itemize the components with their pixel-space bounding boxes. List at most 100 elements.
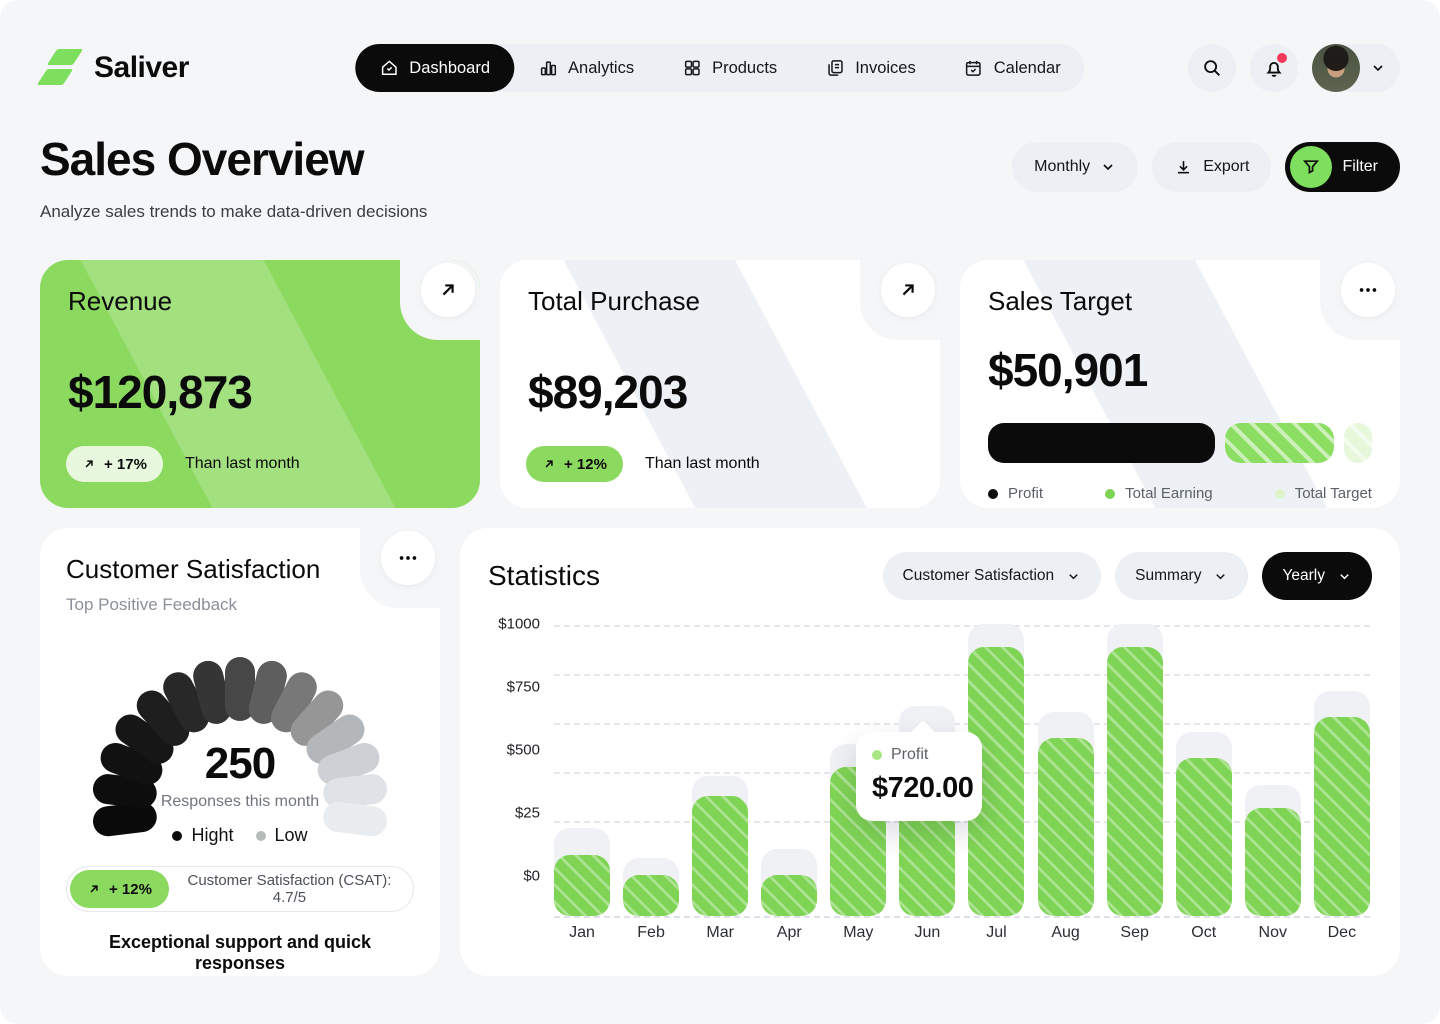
delta-badge: + 12%: [70, 870, 169, 908]
x-axis-label: Mar: [692, 924, 748, 942]
x-axis-label: May: [830, 924, 886, 942]
brand-logo-icon: [40, 47, 80, 89]
nav-item-products[interactable]: Products: [658, 44, 801, 92]
y-axis-label: $750: [488, 679, 540, 696]
card-title: Sales Target: [988, 286, 1372, 317]
bar-oct[interactable]: [1176, 624, 1232, 916]
card-title: Customer Satisfaction: [66, 554, 414, 585]
delta-note: Than last month: [185, 455, 300, 473]
page-header: Sales Overview Analyze sales trends to m…: [40, 132, 1400, 222]
range-dropdown[interactable]: Yearly: [1262, 552, 1372, 600]
x-axis-label: Feb: [623, 924, 679, 942]
nav-item-dashboard[interactable]: Dashboard: [355, 44, 514, 92]
x-axis-label: Oct: [1176, 924, 1232, 942]
chevron-down-icon: [1100, 159, 1116, 175]
bar-nov[interactable]: [1245, 624, 1301, 916]
y-axis-label: $0: [488, 868, 540, 885]
legend-dot: [172, 831, 182, 841]
tooltip-dot: [872, 750, 882, 760]
header-actions: [1188, 44, 1400, 92]
x-axis-label: Apr: [761, 924, 817, 942]
csat-summary-pill: + 12% Customer Satisfaction (CSAT): 4.7/…: [66, 866, 414, 912]
period-dropdown-label: Monthly: [1034, 158, 1090, 176]
analytics-icon: [538, 58, 558, 78]
nav-item-analytics[interactable]: Analytics: [514, 44, 658, 92]
user-menu[interactable]: [1312, 44, 1400, 92]
bar-mar[interactable]: [692, 624, 748, 916]
delta-badge: + 17%: [66, 446, 163, 482]
gauge-caption: Responses this month: [130, 793, 350, 811]
bar-apr[interactable]: [761, 624, 817, 916]
export-button[interactable]: Export: [1152, 142, 1271, 192]
nav-item-invoices[interactable]: Invoices: [801, 44, 940, 92]
total-purchase-value: $89,203: [528, 365, 912, 419]
x-axis-label: Jan: [554, 924, 610, 942]
card-title: Revenue: [68, 286, 452, 317]
brand-logo: Saliver: [40, 47, 189, 89]
filter-button[interactable]: Filter: [1285, 142, 1400, 192]
revenue-card: Revenue $120,873 + 17% Than last month: [40, 260, 480, 508]
legend-dot: [1275, 489, 1285, 499]
nav-item-label: Calendar: [994, 59, 1061, 78]
search-button[interactable]: [1188, 44, 1236, 92]
chart-months: JanFebMarAprMayJunJulAugSepOctNovDec: [554, 924, 1370, 942]
arrow-up-right-icon: [87, 882, 101, 896]
nav-item-label: Analytics: [568, 59, 634, 78]
nav-item-calendar[interactable]: Calendar: [940, 44, 1085, 92]
tooltip-label: Profit: [891, 746, 928, 764]
statistics-card: Statistics Customer Satisfaction Summary: [460, 528, 1400, 976]
legend-item: Total Earning: [1105, 485, 1213, 502]
view-dropdown[interactable]: Summary: [1115, 552, 1248, 600]
bar-sep[interactable]: [1107, 624, 1163, 916]
search-icon: [1201, 57, 1223, 79]
arrow-up-right-icon: [82, 457, 96, 471]
target-segment: [1344, 423, 1372, 463]
y-axis-label: $25: [488, 805, 540, 822]
bar-chart: $1000 $750 $500 $25 $0 Profit $720.00 Jan Feb…: [488, 618, 1372, 948]
sales-target-card: Sales Target $50,901 Profit Total Earnin…: [960, 260, 1400, 508]
metric-dropdown[interactable]: Customer Satisfaction: [883, 552, 1102, 600]
period-dropdown[interactable]: Monthly: [1012, 142, 1138, 192]
bottom-row: Customer Satisfaction Top Positive Feedb…: [40, 528, 1400, 976]
arrow-up-right-icon: [542, 457, 556, 471]
sales-target-progress: [988, 423, 1372, 463]
page-controls: Monthly Export Filter: [1012, 142, 1400, 192]
x-axis-label: Jul: [968, 924, 1024, 942]
satisfaction-gauge: 250 Responses this month: [66, 629, 414, 801]
stat-cards-row: Revenue $120,873 + 17% Than last month: [40, 260, 1400, 508]
chart-plot: Profit $720.00: [554, 624, 1370, 916]
invoices-icon: [825, 58, 845, 78]
sales-target-value: $50,901: [988, 343, 1372, 397]
y-axis-label: $500: [488, 742, 540, 759]
brand-name: Saliver: [94, 51, 189, 85]
download-icon: [1174, 158, 1193, 177]
page-subtitle: Analyze sales trends to make data-driven…: [40, 202, 427, 222]
sales-target-legend: Profit Total Earning Total Target: [988, 485, 1372, 502]
y-axis-label: $1000: [488, 616, 540, 633]
gauge-value: 250: [130, 739, 350, 789]
avatar: [1312, 44, 1360, 92]
card-title: Total Purchase: [528, 286, 912, 317]
main-nav: Dashboard Analytics Products Invoices: [355, 44, 1084, 92]
nav-item-label: Dashboard: [409, 59, 490, 78]
bar-aug[interactable]: [1038, 624, 1094, 916]
tooltip-value: $720.00: [872, 772, 966, 805]
home-icon: [379, 58, 399, 78]
chevron-down-icon: [1066, 569, 1081, 584]
card-subtitle: Top Positive Feedback: [66, 595, 414, 615]
bar-jan[interactable]: [554, 624, 610, 916]
target-segment: [988, 423, 1215, 463]
csat-footer-text: Exceptional support and quick responses: [66, 932, 414, 974]
bar-dec[interactable]: [1314, 624, 1370, 916]
chevron-down-icon: [1370, 60, 1386, 76]
calendar-icon: [964, 58, 984, 78]
nav-item-label: Products: [712, 59, 777, 78]
app-window: Saliver Dashboard Analytics Products: [0, 0, 1440, 1024]
nav-item-label: Invoices: [855, 59, 916, 78]
csat-score-text: Customer Satisfaction (CSAT): 4.7/5: [169, 872, 410, 906]
bar-feb[interactable]: [623, 624, 679, 916]
revenue-value: $120,873: [68, 365, 452, 419]
export-button-label: Export: [1203, 158, 1249, 176]
delta-note: Than last month: [645, 455, 760, 473]
notifications-button[interactable]: [1250, 44, 1298, 92]
